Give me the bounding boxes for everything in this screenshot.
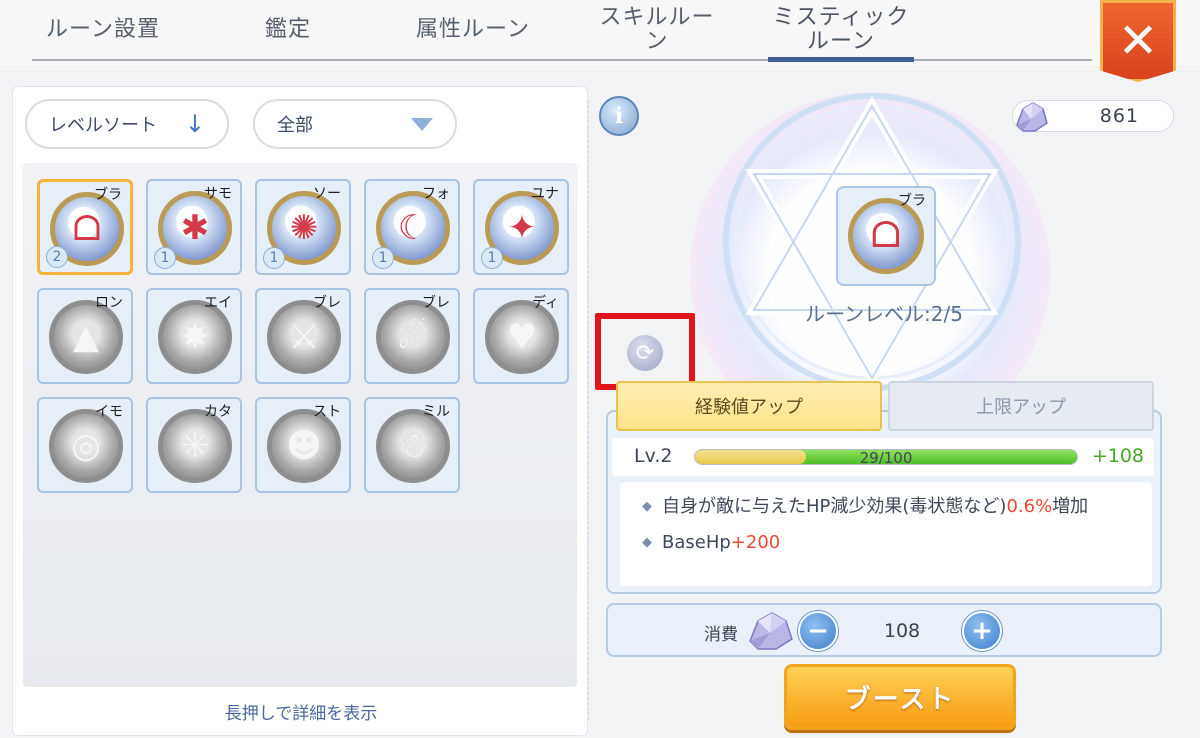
rune-slot[interactable]: ✦ ユナ 1: [473, 179, 569, 275]
rune-name: カタ: [204, 404, 232, 420]
rune-name: ディ: [531, 295, 559, 311]
rune-name: ブレ: [313, 295, 341, 311]
rune-glyph: ♥: [506, 317, 538, 357]
rune-name: ブレ: [422, 295, 450, 311]
tab-attribute-rune[interactable]: 属性ルーン: [410, 0, 536, 60]
exp-progress-bar: 29/100: [694, 449, 1078, 465]
rune-count-badge: 1: [154, 247, 176, 269]
tab-mystic-rune[interactable]: ミスティックルーン: [770, 0, 912, 60]
refresh-button[interactable]: ⟳: [627, 335, 663, 371]
selected-rune-slot[interactable]: ᗝ ブラ: [836, 186, 936, 286]
close-icon: ✕: [1117, 13, 1159, 69]
rune-slot[interactable]: ✳ カタ: [146, 397, 242, 493]
effect-line: ◆ 自身が敵に与えたHP減少効果(毒状態など)0.6%増加: [642, 492, 1088, 518]
rune-name: イモ: [95, 404, 123, 420]
rune-slot[interactable]: ☄ ブレ: [364, 288, 460, 384]
tab-appraisal[interactable]: 鑑定: [248, 0, 328, 60]
rune-slot[interactable]: ✱ サモ 1: [146, 179, 242, 275]
tab-bar: ルーン設置 鑑定 属性ルーン スキルルーン ミスティックルーン: [0, 0, 1200, 66]
rune-glyph: ☃: [397, 426, 429, 466]
rune-name: ミル: [422, 404, 450, 420]
cost-value: 108: [883, 620, 921, 642]
rune-slot[interactable]: ◎ イモ: [37, 397, 133, 493]
selected-rune-name: ブラ: [898, 193, 926, 209]
panel-divider: [588, 100, 589, 720]
info-button[interactable]: i: [599, 96, 639, 136]
tab-skill-rune[interactable]: スキルルーン: [594, 0, 720, 60]
crystal-icon: [749, 612, 793, 650]
rune-slot[interactable]: ᗝ ブラ 2: [37, 179, 133, 275]
cost-label: 消費: [704, 625, 738, 645]
level-sort-button[interactable]: レベルソート ↓: [25, 99, 229, 149]
close-button[interactable]: ✕: [1100, 0, 1176, 82]
effect-line: ◆ BaseHp+200: [642, 532, 780, 553]
refresh-icon: ⟳: [635, 340, 655, 366]
plus-icon: +: [971, 616, 993, 646]
cost-row: 消費 − 108 +: [606, 603, 1162, 657]
rune-count-badge: 1: [481, 247, 503, 269]
tab-rune-install[interactable]: ルーン設置: [40, 0, 166, 60]
minus-icon: −: [807, 616, 829, 646]
rune-name: ロン: [95, 295, 123, 311]
rune-glyph: ▲: [72, 317, 100, 357]
tab-divider: [32, 59, 1092, 61]
sort-label: レベルソート: [49, 115, 157, 136]
rune-glyph: ✳: [180, 426, 210, 466]
dropdown-triangle-icon: [411, 117, 433, 131]
rune-count-badge: 2: [46, 246, 68, 268]
boost-button[interactable]: ブースト: [784, 664, 1016, 730]
rune-name: ブラ: [94, 187, 122, 203]
info-icon: i: [614, 103, 624, 129]
level-label: Lv.2: [634, 445, 673, 467]
arrow-down-icon: ↓: [184, 110, 205, 138]
rune-count-badge: 1: [372, 247, 394, 269]
rune-count-badge: 1: [263, 247, 285, 269]
rune-glyph: ᗝ: [871, 215, 901, 256]
diamond-bullet-icon: ◆: [642, 535, 652, 550]
exp-text: 29/100: [859, 449, 913, 465]
rune-glyph: ☻: [286, 426, 322, 466]
boost-label: ブースト: [844, 684, 956, 715]
rune-crystal-counter: 861: [1012, 100, 1174, 132]
tab-limit-up[interactable]: 上限アップ: [888, 381, 1154, 431]
long-press-hint: 長押しで詳細を表示: [224, 704, 378, 724]
effect-text: BaseHp: [662, 532, 731, 553]
rune-name: フォ: [422, 186, 450, 202]
rune-slot[interactable]: ♥ ディ: [473, 288, 569, 384]
decrease-button[interactable]: −: [798, 611, 838, 651]
effect-value: +200: [730, 532, 781, 553]
rune-name: ユナ: [531, 186, 559, 202]
diamond-bullet-icon: ◆: [642, 499, 652, 514]
active-tab-indicator: [768, 57, 914, 62]
tab-exp-up[interactable]: 経験値アップ: [616, 381, 882, 431]
rune-glyph: ☄: [397, 317, 429, 357]
effect-suffix: 増加: [1052, 496, 1089, 517]
rune-glyph: ⚔: [288, 317, 320, 357]
effects-list: ◆ 自身が敵に与えたHP減少効果(毒状態など)0.6%増加 ◆ BaseHp+200: [620, 482, 1152, 586]
increase-button[interactable]: +: [962, 611, 1002, 651]
rune-list-panel: レベルソート ↓ 全部 ᗝ ブラ 2 ✱ サモ 1 ✺ ソー 1 ☾ フォ 1 ✦ ユナ 1 ▲ ロン ✸ エイ ⚔ ブ…: [12, 86, 588, 736]
effect-text: 自身が敵に与えたHP減少効果(毒状態など): [662, 496, 1007, 517]
rune-slot[interactable]: ⚔ ブレ: [255, 288, 351, 384]
rune-name: サモ: [204, 186, 232, 202]
rune-slot[interactable]: ✺ ソー 1: [255, 179, 351, 275]
filter-label: 全部: [277, 115, 313, 136]
rune-slot[interactable]: ✸ エイ: [146, 288, 242, 384]
rune-slot[interactable]: ▲ ロン: [37, 288, 133, 384]
rune-name: ソー: [313, 186, 341, 202]
rune-name: エイ: [204, 295, 232, 311]
rune-slot[interactable]: ☃ ミル: [364, 397, 460, 493]
exp-plus: +108: [1091, 445, 1144, 467]
effect-value: 0.6%: [1006, 496, 1053, 517]
rune-name: スト: [313, 404, 341, 420]
crystal-count: 861: [1099, 105, 1139, 127]
level-row: Lv.2 29/100 +108: [612, 438, 1154, 476]
rune-glyph: ✸: [180, 317, 210, 357]
filter-dropdown[interactable]: 全部: [253, 99, 457, 149]
rune-slot[interactable]: ☾ フォ 1: [364, 179, 460, 275]
rune-level-text: ルーンレベル:2/5: [805, 302, 963, 326]
rune-slot[interactable]: ☻ スト: [255, 397, 351, 493]
rune-glyph: ◎: [71, 426, 101, 466]
